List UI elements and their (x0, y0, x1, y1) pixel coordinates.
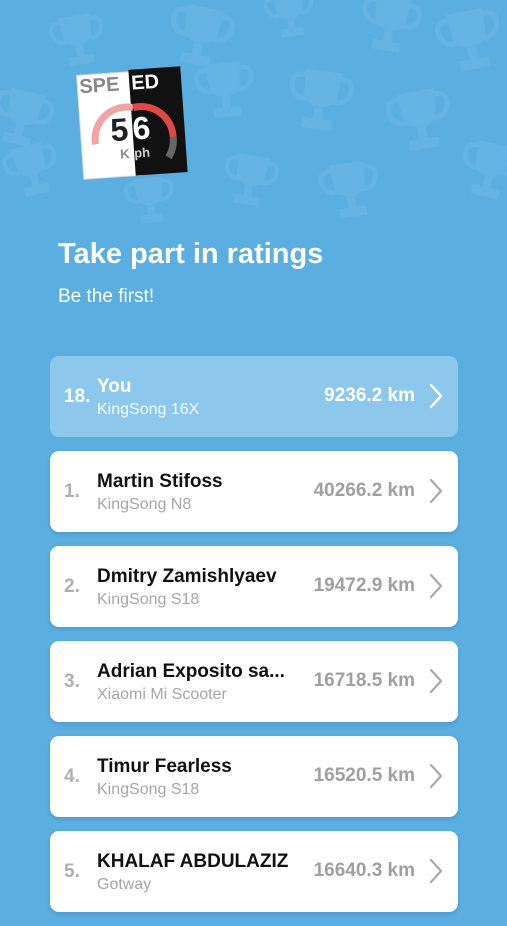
rider-name: Martin Stifoss (97, 471, 223, 492)
chevron-right-icon (429, 478, 443, 504)
rank-number: 1. (64, 481, 80, 502)
ratings-list: 18. You KingSong 16X 9236.2 km 1. Martin… (50, 356, 458, 926)
rider-device: Xiaomi Mi Scooter (97, 686, 227, 703)
rider-distance: 19472.9 km (313, 575, 415, 596)
ratings-row[interactable]: 3. Adrian Exposito sa... Xiaomi Mi Scoot… (50, 641, 458, 722)
rider-device: KingSong N8 (97, 496, 192, 513)
page-subtitle: Be the first! (58, 286, 155, 307)
rider-distance: 40266.2 km (313, 480, 415, 501)
chevron-right-icon (429, 668, 443, 694)
chevron-right-icon (429, 858, 443, 884)
ratings-row-current-user[interactable]: 18. You KingSong 16X 9236.2 km (50, 356, 458, 437)
page-title: Take part in ratings (58, 238, 324, 270)
chevron-right-icon (429, 383, 443, 409)
logo-unit-left: K (120, 146, 131, 162)
rider-distance: 9236.2 km (324, 385, 415, 406)
rider-device: Gotway (97, 876, 152, 893)
chevron-right-icon (429, 573, 443, 599)
rank-number: 4. (64, 766, 80, 787)
logo-digit-left: 5 (109, 111, 129, 148)
rider-name: Adrian Exposito sa... (97, 661, 285, 682)
ratings-row[interactable]: 4. Timur Fearless KingSong S18 16520.5 k… (50, 736, 458, 817)
logo-digit-right: 6 (131, 110, 151, 147)
ratings-row[interactable]: 1. Martin Stifoss KingSong N8 40266.2 km (50, 451, 458, 532)
rank-number: 2. (64, 576, 80, 597)
rider-name: Dmitry Zamishlyaev (97, 566, 277, 587)
rider-distance: 16520.5 km (313, 765, 415, 786)
rider-name: KHALAF ABDULAZIZ (97, 851, 289, 872)
logo-unit-right: ph (134, 145, 151, 161)
rider-name: Timur Fearless (97, 756, 232, 777)
rank-number: 5. (64, 861, 80, 882)
logo-text-right: ED (131, 71, 160, 95)
rider-device: KingSong S18 (97, 591, 200, 608)
rider-device: KingSong S18 (97, 781, 200, 798)
rider-distance: 16718.5 km (313, 670, 415, 691)
speed-app-logo: SPE ED 5 6 K ph (76, 66, 188, 180)
rider-name: You (97, 376, 132, 397)
ratings-row[interactable]: 2. Dmitry Zamishlyaev KingSong S18 19472… (50, 546, 458, 627)
rider-device: KingSong 16X (97, 401, 200, 418)
rank-number: 3. (64, 671, 80, 692)
rider-distance: 16640.3 km (313, 860, 415, 881)
rank-number: 18. (64, 386, 91, 407)
logo-text-left: SPE (79, 74, 120, 99)
chevron-right-icon (429, 763, 443, 789)
